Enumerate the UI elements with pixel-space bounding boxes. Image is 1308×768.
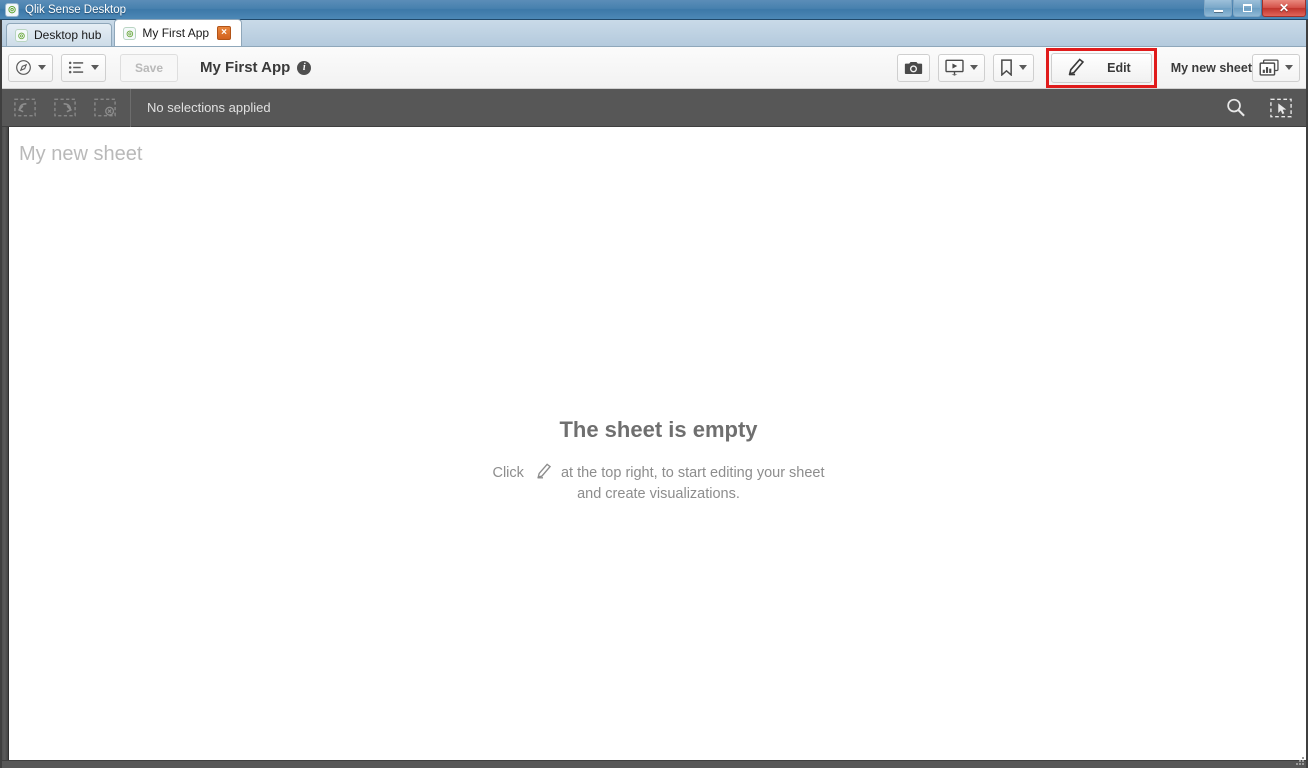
edit-button-highlight: Edit bbox=[1046, 47, 1157, 88]
window-title: Qlik Sense Desktop bbox=[25, 3, 126, 16]
edit-button-label: Edit bbox=[1107, 60, 1131, 75]
qlik-logo-icon: ◎ bbox=[5, 2, 19, 17]
save-button[interactable]: Save bbox=[120, 53, 179, 82]
bookmark-icon bbox=[1000, 59, 1013, 76]
selection-clear-all-icon[interactable] bbox=[90, 95, 120, 121]
qlik-logo-icon: ◎ bbox=[123, 26, 137, 40]
selections-bar: No selections applied bbox=[0, 88, 1308, 127]
selection-step-back-icon[interactable] bbox=[10, 95, 40, 121]
info-icon[interactable]: i bbox=[297, 60, 312, 75]
tab-desktop-hub[interactable]: ◎ Desktop hub bbox=[6, 23, 113, 46]
chevron-down-icon bbox=[38, 65, 46, 70]
pencil-edit-icon bbox=[533, 463, 552, 480]
sheet-selector-button[interactable] bbox=[1252, 53, 1300, 82]
chevron-down-icon bbox=[1285, 65, 1293, 70]
empty-text-after: at the top right, to start editing your … bbox=[560, 465, 825, 481]
chevron-down-icon bbox=[91, 65, 99, 70]
snapshot-button[interactable] bbox=[897, 53, 931, 82]
bookmark-button[interactable] bbox=[993, 53, 1035, 82]
empty-text-before: Click bbox=[492, 465, 524, 481]
selections-tool-icon[interactable] bbox=[1266, 95, 1296, 121]
close-button[interactable]: ✕ bbox=[1262, 0, 1306, 17]
smart-search-icon[interactable] bbox=[1220, 95, 1250, 121]
selections-bar-actions bbox=[1216, 95, 1308, 121]
chevron-down-icon bbox=[1019, 65, 1028, 70]
qlik-logo-icon: ◎ bbox=[15, 28, 28, 42]
app-overview-button[interactable] bbox=[61, 53, 106, 82]
maximize-restore-button[interactable] bbox=[1233, 0, 1261, 17]
window-border-left bbox=[0, 20, 2, 768]
minimize-button[interactable] bbox=[1204, 0, 1232, 17]
sheet-title: My new sheet bbox=[19, 143, 143, 165]
selection-step-forward-icon[interactable] bbox=[50, 95, 80, 121]
chevron-down-icon bbox=[970, 65, 979, 70]
navigation-menu-button[interactable] bbox=[8, 53, 53, 82]
edit-button[interactable]: Edit bbox=[1051, 52, 1152, 83]
tab-label: Desktop hub bbox=[34, 28, 102, 42]
empty-sheet-message: The sheet is empty Click at the top righ… bbox=[9, 417, 1308, 505]
app-tab-bar: ◎ Desktop hub ◎ My First App × bbox=[0, 19, 1308, 47]
empty-sheet-heading: The sheet is empty bbox=[559, 417, 758, 442]
sheet-overview-icon bbox=[1259, 59, 1279, 76]
window-bottom-bar bbox=[0, 757, 1308, 768]
qlik-sense-desktop-window: ◎ Qlik Sense Desktop ✕ ◎ Desktop hub ◎ M… bbox=[0, 0, 1308, 768]
story-presentation-icon bbox=[945, 59, 964, 76]
empty-text-line2: and create visualizations. bbox=[577, 486, 740, 502]
sheet-container: My new sheet The sheet is empty Click at… bbox=[0, 127, 1308, 760]
page-title: My First App i bbox=[200, 59, 312, 76]
pencil-edit-icon bbox=[1064, 58, 1085, 77]
resize-grip[interactable] bbox=[1294, 755, 1306, 767]
main-toolbar: Save My First App i Edit My new sheet bbox=[0, 47, 1308, 89]
divider bbox=[130, 88, 131, 127]
app-overview-list-icon bbox=[68, 60, 85, 75]
story-button[interactable] bbox=[938, 53, 986, 82]
tab-label: My First App bbox=[142, 26, 210, 40]
selections-status-text: No selections applied bbox=[147, 100, 271, 115]
empty-sheet-description: Click at the top right, to start editing… bbox=[9, 463, 1308, 505]
app-title-text: My First App bbox=[200, 59, 291, 76]
window-controls: ✕ bbox=[1203, 0, 1306, 18]
current-sheet-name: My new sheet bbox=[1170, 60, 1252, 75]
camera-snapshot-icon bbox=[904, 60, 923, 76]
tab-my-first-app[interactable]: ◎ My First App × bbox=[114, 19, 243, 46]
window-title-bar: ◎ Qlik Sense Desktop ✕ bbox=[0, 0, 1308, 20]
compass-navigation-icon bbox=[15, 59, 32, 76]
close-icon[interactable]: × bbox=[217, 26, 232, 40]
sheet-canvas: My new sheet The sheet is empty Click at… bbox=[9, 127, 1308, 760]
